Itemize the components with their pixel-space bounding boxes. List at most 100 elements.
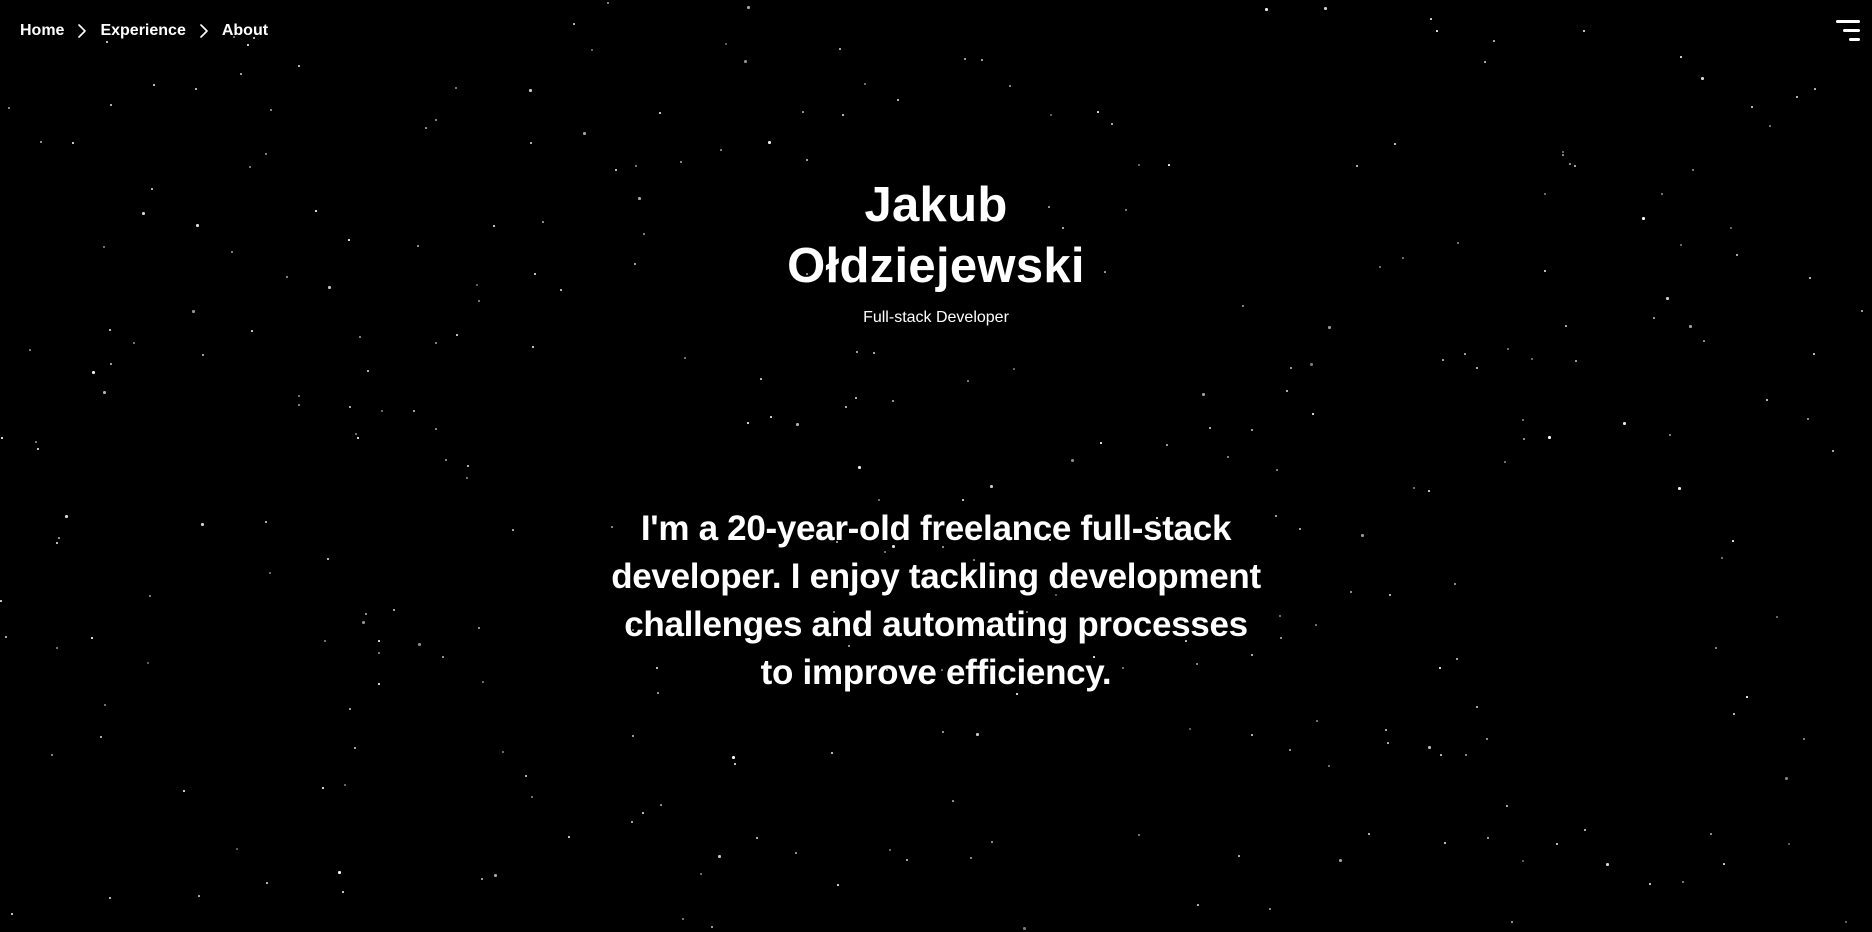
star-dot [359,336,361,338]
star-dot [1680,56,1682,58]
star-dot [445,459,447,461]
star-dot [768,141,771,144]
star-dot [573,23,575,25]
star-dot [1522,860,1524,862]
star-dot [1071,459,1074,462]
star-dot [481,878,483,880]
star-dot [298,395,300,397]
star-dot [725,43,727,45]
star-dot [1814,88,1816,90]
star-dot [1289,749,1291,751]
star-dot [133,342,135,344]
star-dot [1290,367,1292,369]
star-dot [770,416,772,418]
star-dot [718,855,721,858]
star-dot [1097,111,1099,113]
star-dot [1251,429,1253,431]
star-dot [198,895,200,897]
star-dot [109,897,111,899]
star-dot [1504,461,1506,463]
chevron-right-icon [64,20,100,42]
star-dot [855,397,857,399]
star-dot [29,349,31,351]
star-dot [1454,583,1456,585]
star-dot [1574,165,1576,167]
hamburger-menu-icon[interactable] [1834,18,1860,44]
star-dot [349,708,351,710]
breadcrumb: Home Experience About [20,20,268,42]
star-dot [247,44,249,46]
star-dot [1350,591,1352,593]
star-dot [991,841,993,843]
star-dot [357,437,359,439]
name-first: Jakub [864,178,1008,232]
breadcrumb-home-link[interactable]: Home [20,20,64,42]
star-dot [1692,169,1694,171]
star-dot [92,371,95,374]
star-dot [864,83,866,85]
star-dot [532,346,534,348]
star-dot [1138,834,1140,836]
star-dot [1,437,3,439]
star-dot [0,600,2,602]
star-dot [845,406,847,408]
breadcrumb-about-link[interactable]: About [222,20,268,42]
star-dot [110,104,112,106]
star-dot [1269,908,1271,910]
star-dot [734,763,736,765]
breadcrumb-experience-link[interactable]: Experience [100,20,185,42]
star-dot [1430,18,1432,20]
star-dot [568,836,570,838]
star-dot [1023,927,1026,930]
star-dot [478,627,480,629]
star-dot [236,848,238,850]
star-dot [378,683,380,685]
star-dot [1189,728,1191,730]
star-dot [338,871,341,874]
star-dot [615,169,617,171]
star-dot [1769,125,1771,127]
star-dot [1439,667,1441,669]
star-dot [878,499,880,501]
star-dot [251,330,253,332]
star-dot [1315,624,1317,626]
star-dot [747,422,749,424]
star-dot [1324,7,1327,10]
name-last: Ołdziejewski [787,239,1085,293]
star-dot [635,165,637,167]
star-dot [270,109,272,111]
star-dot [240,73,242,75]
star-dot [1279,615,1281,617]
star-dot [342,891,344,893]
star-dot [249,166,251,168]
menu-line [1849,38,1860,41]
star-dot [531,796,533,798]
star-dot [1746,696,1748,698]
star-dot [56,647,58,649]
star-dot [435,119,437,121]
star-dot [1511,921,1513,923]
star-dot [1807,418,1809,420]
star-dot [684,357,686,359]
star-dot [100,736,102,738]
bio-paragraph: I'm a 20-year-old freelance full-stack d… [611,509,1261,692]
star-dot [37,448,39,450]
star-dot [1487,837,1489,839]
star-dot [103,391,106,394]
star-dot [1751,106,1753,108]
star-dot [104,704,106,706]
star-dot [583,132,586,135]
star-dot [1788,843,1790,845]
star-dot [1413,487,1415,489]
star-dot [512,529,514,531]
star-dot [1166,444,1168,446]
star-dot [1703,340,1705,342]
star-dot [1316,720,1318,722]
star-dot [1456,658,1458,660]
star-dot [1138,164,1140,166]
star-dot [1832,450,1834,452]
star-dot [1389,594,1391,596]
star-dot [5,636,7,638]
star-dot [1733,713,1735,715]
star-dot [1522,419,1524,421]
